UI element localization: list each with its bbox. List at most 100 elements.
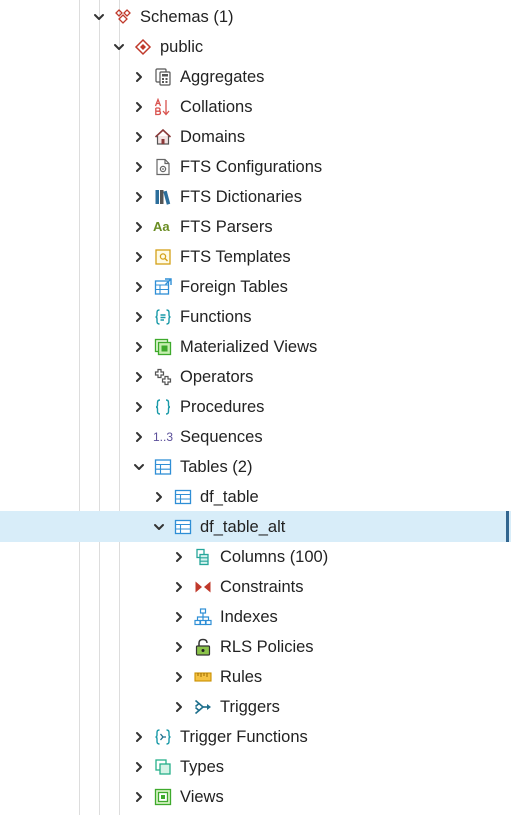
tree-node-operators[interactable]: Operators bbox=[0, 362, 511, 392]
tree-node-df-table[interactable]: df_table bbox=[0, 482, 511, 512]
tree-node-rls-policies[interactable]: RLS Policies bbox=[0, 632, 511, 662]
indexes-icon bbox=[194, 608, 212, 626]
tree-node-label: Operators bbox=[180, 368, 254, 386]
operators-icon bbox=[154, 368, 172, 386]
tables-icon bbox=[154, 458, 172, 476]
views-icon bbox=[154, 788, 172, 806]
aggregates-icon bbox=[154, 68, 172, 86]
tree-node-indexes[interactable]: Indexes bbox=[0, 602, 511, 632]
tree-node-triggers[interactable]: Triggers bbox=[0, 692, 511, 722]
chevron-right-icon[interactable] bbox=[131, 429, 147, 445]
tree-node-materialized-views[interactable]: Materialized Views bbox=[0, 332, 511, 362]
tree-node-label: Foreign Tables bbox=[180, 278, 288, 296]
tree-node-label: df_table_alt bbox=[200, 518, 286, 536]
schema-icon bbox=[134, 38, 152, 56]
chevron-right-icon[interactable] bbox=[131, 99, 147, 115]
foreign-tables-icon bbox=[154, 278, 172, 296]
chevron-right-icon[interactable] bbox=[131, 399, 147, 415]
tree-node-procedures[interactable]: Procedures bbox=[0, 392, 511, 422]
tree-node-types[interactable]: Types bbox=[0, 752, 511, 782]
schemas-icon bbox=[114, 8, 132, 26]
tree-node-rules[interactable]: Rules bbox=[0, 662, 511, 692]
chevron-right-icon[interactable] bbox=[171, 699, 187, 715]
tree-node-label: Views bbox=[180, 788, 224, 806]
tree-node-label: Trigger Functions bbox=[180, 728, 308, 746]
chevron-right-icon[interactable] bbox=[131, 159, 147, 175]
collations-icon bbox=[154, 98, 172, 116]
chevron-right-icon[interactable] bbox=[171, 549, 187, 565]
chevron-right-icon[interactable] bbox=[151, 489, 167, 505]
tree-node-label: Aggregates bbox=[180, 68, 265, 86]
materialized-views-icon bbox=[154, 338, 172, 356]
tree-node-constraints[interactable]: Constraints bbox=[0, 572, 511, 602]
chevron-right-icon[interactable] bbox=[131, 759, 147, 775]
tree-node-label: Procedures bbox=[180, 398, 265, 416]
chevron-right-icon[interactable] bbox=[131, 249, 147, 265]
tree-node-label: public bbox=[160, 38, 204, 56]
trigger-functions-icon bbox=[154, 728, 172, 746]
tree-node-foreign-tables[interactable]: Foreign Tables bbox=[0, 272, 511, 302]
chevron-down-icon[interactable] bbox=[111, 39, 127, 55]
tree-node-sequences[interactable]: 1..3 Sequences bbox=[0, 422, 511, 452]
chevron-down-icon[interactable] bbox=[91, 9, 107, 25]
tree-node-schemas[interactable]: Schemas (1) bbox=[0, 2, 511, 32]
chevron-right-icon[interactable] bbox=[131, 309, 147, 325]
tree-node-label: Collations bbox=[180, 98, 253, 116]
tree-node-aggregates[interactable]: Aggregates bbox=[0, 62, 511, 92]
tree-node-label: Functions bbox=[180, 308, 252, 326]
tree-node-label: Columns (100) bbox=[220, 548, 329, 566]
tree-node-functions[interactable]: Functions bbox=[0, 302, 511, 332]
triggers-icon bbox=[194, 698, 212, 716]
types-icon bbox=[154, 758, 172, 776]
sequences-icon: 1..3 bbox=[153, 430, 174, 444]
chevron-right-icon[interactable] bbox=[171, 609, 187, 625]
chevron-right-icon[interactable] bbox=[131, 69, 147, 85]
tree-node-domains[interactable]: Domains bbox=[0, 122, 511, 152]
tree-node-label: FTS Dictionaries bbox=[180, 188, 302, 206]
tree-node-label: FTS Parsers bbox=[180, 218, 273, 236]
chevron-right-icon[interactable] bbox=[131, 189, 147, 205]
tree-node-views[interactable]: Views bbox=[0, 782, 511, 812]
fts-configurations-icon bbox=[154, 158, 172, 176]
chevron-right-icon[interactable] bbox=[131, 789, 147, 805]
tree-node-fts-templates[interactable]: FTS Templates bbox=[0, 242, 511, 272]
chevron-right-icon[interactable] bbox=[171, 579, 187, 595]
tree-node-fts-configurations[interactable]: FTS Configurations bbox=[0, 152, 511, 182]
fts-templates-icon bbox=[154, 248, 172, 266]
tree-node-label: Schemas (1) bbox=[140, 8, 234, 26]
tree-node-label: FTS Templates bbox=[180, 248, 291, 266]
tree-node-label: RLS Policies bbox=[220, 638, 314, 656]
chevron-right-icon[interactable] bbox=[131, 729, 147, 745]
fts-dictionaries-icon bbox=[154, 188, 172, 206]
chevron-right-icon[interactable] bbox=[131, 339, 147, 355]
chevron-right-icon[interactable] bbox=[171, 669, 187, 685]
domains-icon bbox=[154, 128, 172, 146]
tree-node-df-table-alt[interactable]: df_table_alt bbox=[0, 511, 511, 542]
tree-node-trigger-functions[interactable]: Trigger Functions bbox=[0, 722, 511, 752]
tree-node-public[interactable]: public bbox=[0, 32, 511, 62]
chevron-right-icon[interactable] bbox=[131, 369, 147, 385]
tree-node-label: Indexes bbox=[220, 608, 278, 626]
constraints-icon bbox=[194, 578, 212, 596]
tree-node-label: Types bbox=[180, 758, 225, 776]
tree-node-columns[interactable]: Columns (100) bbox=[0, 542, 511, 572]
chevron-right-icon[interactable] bbox=[131, 129, 147, 145]
chevron-down-icon[interactable] bbox=[131, 459, 147, 475]
tree-node-label: Domains bbox=[180, 128, 246, 146]
tree-node-label: Constraints bbox=[220, 578, 304, 596]
table-icon bbox=[174, 488, 192, 506]
chevron-down-icon[interactable] bbox=[151, 519, 167, 535]
functions-icon bbox=[154, 308, 172, 326]
tree-node-label: FTS Configurations bbox=[180, 158, 323, 176]
chevron-right-icon[interactable] bbox=[171, 639, 187, 655]
procedures-icon bbox=[154, 398, 172, 416]
tree-node-label: Tables (2) bbox=[180, 458, 253, 476]
tree-node-collations[interactable]: Collations bbox=[0, 92, 511, 122]
tree-node-fts-parsers[interactable]: Aa FTS Parsers bbox=[0, 212, 511, 242]
tree-node-label: df_table bbox=[200, 488, 259, 506]
chevron-right-icon[interactable] bbox=[131, 219, 147, 235]
chevron-right-icon[interactable] bbox=[131, 279, 147, 295]
tree-node-label: Materialized Views bbox=[180, 338, 318, 356]
tree-node-tables[interactable]: Tables (2) bbox=[0, 452, 511, 482]
tree-node-fts-dictionaries[interactable]: FTS Dictionaries bbox=[0, 182, 511, 212]
